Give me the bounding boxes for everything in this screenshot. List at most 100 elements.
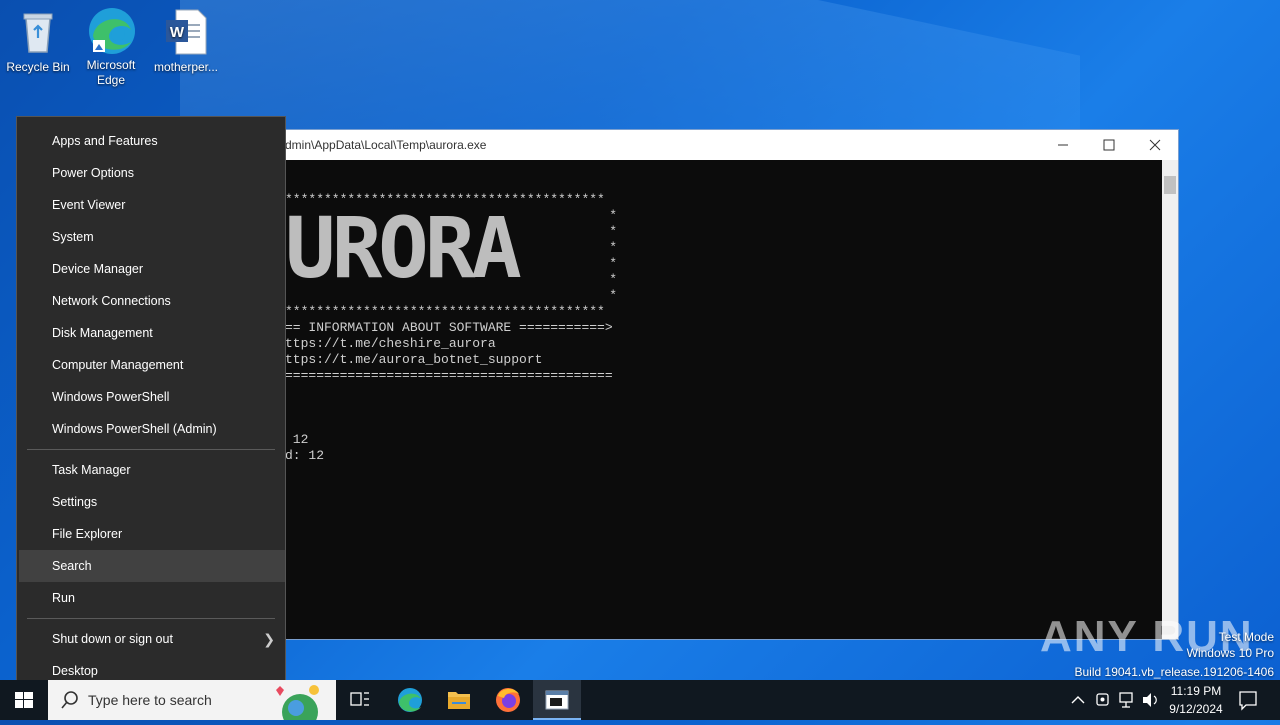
chevron-right-icon: ❯ <box>263 631 275 647</box>
build-text: Build 19041.vb_release.191206-1406 <box>1074 665 1275 679</box>
task-view-button[interactable] <box>336 680 384 720</box>
menu-item-label: Computer Management <box>52 358 184 372</box>
console-line: ****************************************… <box>285 304 605 319</box>
menu-item-apps-and-features[interactable]: Apps and Features <box>19 125 285 157</box>
task-view-icon <box>350 692 369 706</box>
taskbar-edge-button[interactable] <box>386 680 434 720</box>
menu-item-network-connections[interactable]: Network Connections <box>19 285 285 317</box>
console-line: ttps://t.me/cheshire_aurora <box>285 336 496 351</box>
menu-item-label: Desktop <box>52 664 98 678</box>
desktop-icon-label: motherper... <box>153 60 219 74</box>
taskbar-firefox-button[interactable] <box>484 680 532 720</box>
notification-icon <box>1239 691 1257 711</box>
console-line: ttps://t.me/aurora_botnet_support <box>285 352 543 367</box>
console-app-icon <box>545 690 569 710</box>
menu-item-power-options[interactable]: Power Options <box>19 157 285 189</box>
search-highlight-icon <box>276 685 319 720</box>
banner-border: * * * * * * <box>609 208 617 303</box>
show-hidden-icons-button[interactable] <box>1066 680 1090 720</box>
taskbar-file-explorer-button[interactable] <box>435 680 483 720</box>
menu-item-label: Event Viewer <box>52 198 126 212</box>
scrollbar-thumb[interactable] <box>1164 176 1176 194</box>
minimize-icon <box>1058 144 1068 146</box>
edge-icon <box>87 6 135 54</box>
menu-item-windows-powershell-admin[interactable]: Windows PowerShell (Admin) <box>19 413 285 445</box>
firefox-icon <box>496 688 520 712</box>
close-button[interactable] <box>1132 130 1178 160</box>
menu-item-task-manager[interactable]: Task Manager <box>19 454 285 486</box>
volume-icon <box>1143 693 1157 707</box>
search-icon <box>61 691 78 709</box>
console-titlebar[interactable]: dmin\AppData\Local\Temp\aurora.exe <box>239 130 1178 160</box>
menu-item-label: Windows PowerShell (Admin) <box>52 422 217 436</box>
maximize-button[interactable] <box>1086 130 1132 160</box>
word-document-icon: W <box>162 8 210 56</box>
menu-item-search[interactable]: Search <box>19 550 285 582</box>
recycle-bin-icon <box>14 8 62 56</box>
taskbar-search-box[interactable]: Type here to search <box>48 680 336 720</box>
menu-item-label: Search <box>52 559 92 573</box>
menu-item-system[interactable]: System <box>19 221 285 253</box>
winx-menu: Apps and Features Power Options Event Vi… <box>16 116 286 694</box>
console-line: ========================================… <box>285 368 613 383</box>
menu-item-label: Task Manager <box>52 463 131 477</box>
menu-item-computer-management[interactable]: Computer Management <box>19 349 285 381</box>
folder-icon <box>448 692 470 709</box>
console-title: dmin\AppData\Local\Temp\aurora.exe <box>285 138 487 152</box>
maximize-icon <box>1103 139 1115 151</box>
desktop-icon-recycle-bin[interactable]: Recycle Bin <box>0 8 76 75</box>
console-window[interactable]: dmin\AppData\Local\Temp\aurora.exe *****… <box>238 129 1179 640</box>
close-icon <box>1149 139 1161 151</box>
chevron-up-icon <box>1071 696 1085 704</box>
network-icon <box>1119 692 1133 708</box>
menu-item-label: Disk Management <box>52 326 153 340</box>
windows-edition-text: Windows 10 Pro <box>1186 646 1274 660</box>
menu-separator <box>27 618 275 619</box>
network-button[interactable] <box>1116 680 1138 720</box>
menu-separator <box>27 449 275 450</box>
menu-item-windows-powershell[interactable]: Windows PowerShell <box>19 381 285 413</box>
windows-logo-icon <box>15 692 33 708</box>
clock-time[interactable]: 11:19 PM <box>1164 684 1228 698</box>
search-placeholder: Type here to search <box>88 692 212 708</box>
tray-app-button[interactable] <box>1092 680 1114 720</box>
console-line: == INFORMATION ABOUT SOFTWARE ==========… <box>285 320 613 335</box>
menu-item-disk-management[interactable]: Disk Management <box>19 317 285 349</box>
menu-item-label: Settings <box>52 495 98 509</box>
console-line: d: 12 <box>285 448 325 463</box>
action-center-button[interactable] <box>1232 680 1280 720</box>
edge-icon <box>398 688 422 712</box>
tray-app-icon <box>1096 693 1109 706</box>
svg-text:W: W <box>170 24 185 41</box>
console-scrollbar[interactable] <box>1162 160 1178 639</box>
menu-item-run[interactable]: Run <box>19 582 285 614</box>
aurora-banner: URORA * * * * * * <box>285 199 617 304</box>
menu-item-label: File Explorer <box>52 527 123 541</box>
menu-item-event-viewer[interactable]: Event Viewer <box>19 189 285 221</box>
menu-item-label: Run <box>52 591 75 605</box>
console-line: 12 <box>285 432 309 447</box>
desktop-icon-label: Recycle Bin <box>6 60 70 74</box>
menu-item-shut-down-or-sign-out[interactable]: Shut down or sign out ❯ <box>19 623 285 655</box>
volume-button[interactable] <box>1140 680 1162 720</box>
banner-text: URORA <box>285 199 522 297</box>
menu-item-label: System <box>52 230 94 244</box>
clock-date[interactable]: 9/12/2024 <box>1164 702 1228 716</box>
minimize-button[interactable] <box>1040 130 1086 160</box>
menu-item-label: Power Options <box>52 166 134 180</box>
test-mode-text: Test Mode <box>1218 630 1274 644</box>
menu-item-label: Network Connections <box>52 294 171 308</box>
desktop-icon-edge[interactable]: Microsoft Edge <box>73 6 149 88</box>
taskbar: Type here to search 11:19 PM 9/12/2024 <box>0 680 1280 720</box>
menu-item-label: Apps and Features <box>52 134 158 148</box>
console-output: ****************************************… <box>239 160 1162 639</box>
menu-item-label: Device Manager <box>52 262 144 276</box>
menu-item-device-manager[interactable]: Device Manager <box>19 253 285 285</box>
menu-item-file-explorer[interactable]: File Explorer <box>19 518 285 550</box>
menu-item-label: Windows PowerShell <box>52 390 170 404</box>
start-button[interactable] <box>0 680 48 720</box>
menu-item-label: Shut down or sign out <box>52 632 173 646</box>
desktop-icon-word-doc[interactable]: W motherper... <box>148 8 224 75</box>
taskbar-console-button[interactable] <box>533 680 581 720</box>
menu-item-settings[interactable]: Settings <box>19 486 285 518</box>
